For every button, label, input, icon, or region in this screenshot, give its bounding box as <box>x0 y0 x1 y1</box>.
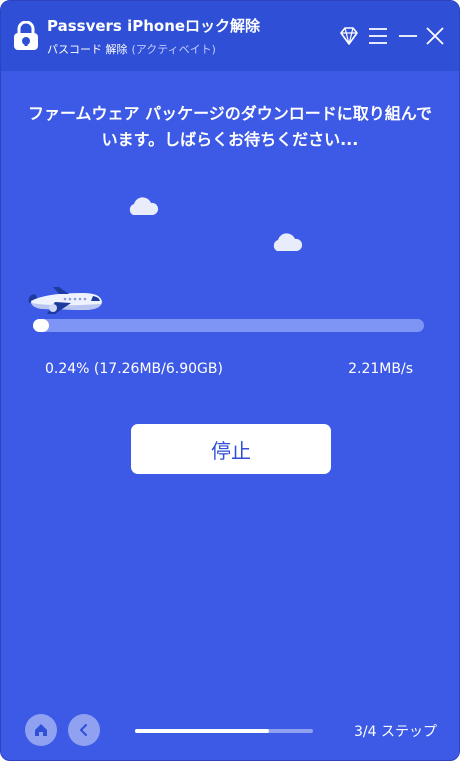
home-button[interactable] <box>25 714 57 746</box>
close-icon[interactable] <box>424 25 446 47</box>
lock-logo-icon <box>14 21 38 50</box>
minimize-icon[interactable] <box>397 25 419 47</box>
menu-icon[interactable] <box>367 25 389 47</box>
app-window: Passvers iPhoneロック解除 パスコード 解除 (アクティベイト) フ… <box>0 0 460 761</box>
app-subtitle: パスコード 解除 (アクティベイト) <box>47 41 216 57</box>
diamond-icon[interactable] <box>338 25 360 47</box>
download-progress-fill <box>33 319 49 332</box>
download-speed: 2.21MB/s <box>348 361 413 377</box>
cloud-icon <box>273 233 303 251</box>
chevron-left-icon <box>80 724 87 736</box>
subtitle-mode-detail: (アクティベイト) <box>131 43 216 56</box>
download-message: ファームウェア パッケージのダウンロードに取り組んでいます。しばらくお待ちくださ… <box>28 104 432 149</box>
stop-button[interactable]: 停止 <box>131 424 331 474</box>
title-bar: Passvers iPhoneロック解除 パスコード 解除 (アクティベイト) <box>1 1 459 71</box>
home-icon <box>35 724 47 736</box>
download-progress-bar <box>33 319 424 332</box>
cloud-icon <box>129 197 159 215</box>
airplane-icon <box>28 287 102 314</box>
subtitle-mode-name: パスコード 解除 <box>47 43 128 56</box>
progress-text: 0.24% (17.26MB/6.90GB) <box>45 361 223 377</box>
step-progress-bar <box>135 729 313 733</box>
app-title: Passvers iPhoneロック解除 <box>47 17 261 35</box>
back-button[interactable] <box>68 714 100 746</box>
step-label: 3/4 ステップ <box>354 724 437 740</box>
step-progress-fill <box>135 729 269 733</box>
